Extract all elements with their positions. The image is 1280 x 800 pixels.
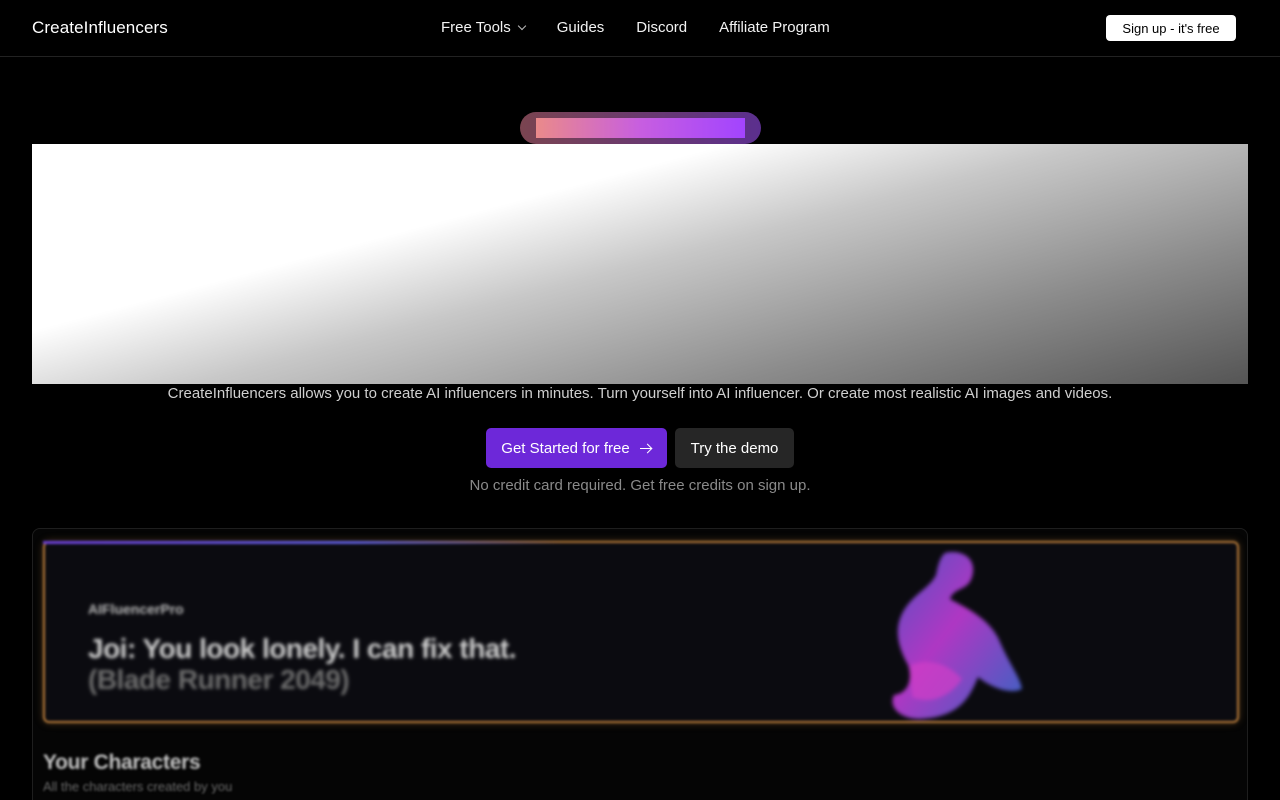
nav-free-tools[interactable]: Free Tools xyxy=(441,19,527,36)
brand-logo[interactable]: CreateInfluencers xyxy=(32,18,168,38)
nav-affiliate-program[interactable]: Affiliate Program xyxy=(719,19,830,36)
nav-links: Free Tools Guides Discord Affiliate Prog… xyxy=(441,19,830,36)
arrow-right-icon xyxy=(639,443,652,453)
try-demo-button[interactable]: Try the demo xyxy=(675,428,794,468)
your-characters-subtitle: All the characters created by you xyxy=(43,779,233,794)
nav-discord[interactable]: Discord xyxy=(636,19,687,36)
hero-subtitle: CreateInfluencers allows you to create A… xyxy=(167,385,1113,402)
your-characters-heading: Your Characters xyxy=(43,751,201,774)
nav-guides[interactable]: Guides xyxy=(557,19,605,36)
banner-subtitle: (Blade Runner 2049) xyxy=(88,664,350,695)
top-navbar: CreateInfluencers Free Tools Guides Disc… xyxy=(0,0,1280,57)
app-preview-panel: AIFluencerPro Joi: You look lonely. I ca… xyxy=(32,528,1248,800)
promo-banner: AIFluencerPro Joi: You look lonely. I ca… xyxy=(43,541,1239,723)
nav-free-tools-label: Free Tools xyxy=(441,19,511,36)
hologram-figure-image xyxy=(892,552,1022,719)
hero-badge-gradient xyxy=(536,118,745,138)
no-credit-card-note: No credit card required. Get free credit… xyxy=(469,477,811,494)
banner-title: Joi: You look lonely. I can fix that. xyxy=(88,633,517,664)
hero-title-block xyxy=(32,144,1248,384)
hero-badge xyxy=(520,112,761,144)
get-started-button[interactable]: Get Started for free xyxy=(486,428,667,468)
signup-button[interactable]: Sign up - it's free xyxy=(1106,15,1236,41)
get-started-label: Get Started for free xyxy=(501,439,630,457)
banner-brand: AIFluencerPro xyxy=(88,601,184,617)
chevron-down-icon xyxy=(517,21,527,31)
